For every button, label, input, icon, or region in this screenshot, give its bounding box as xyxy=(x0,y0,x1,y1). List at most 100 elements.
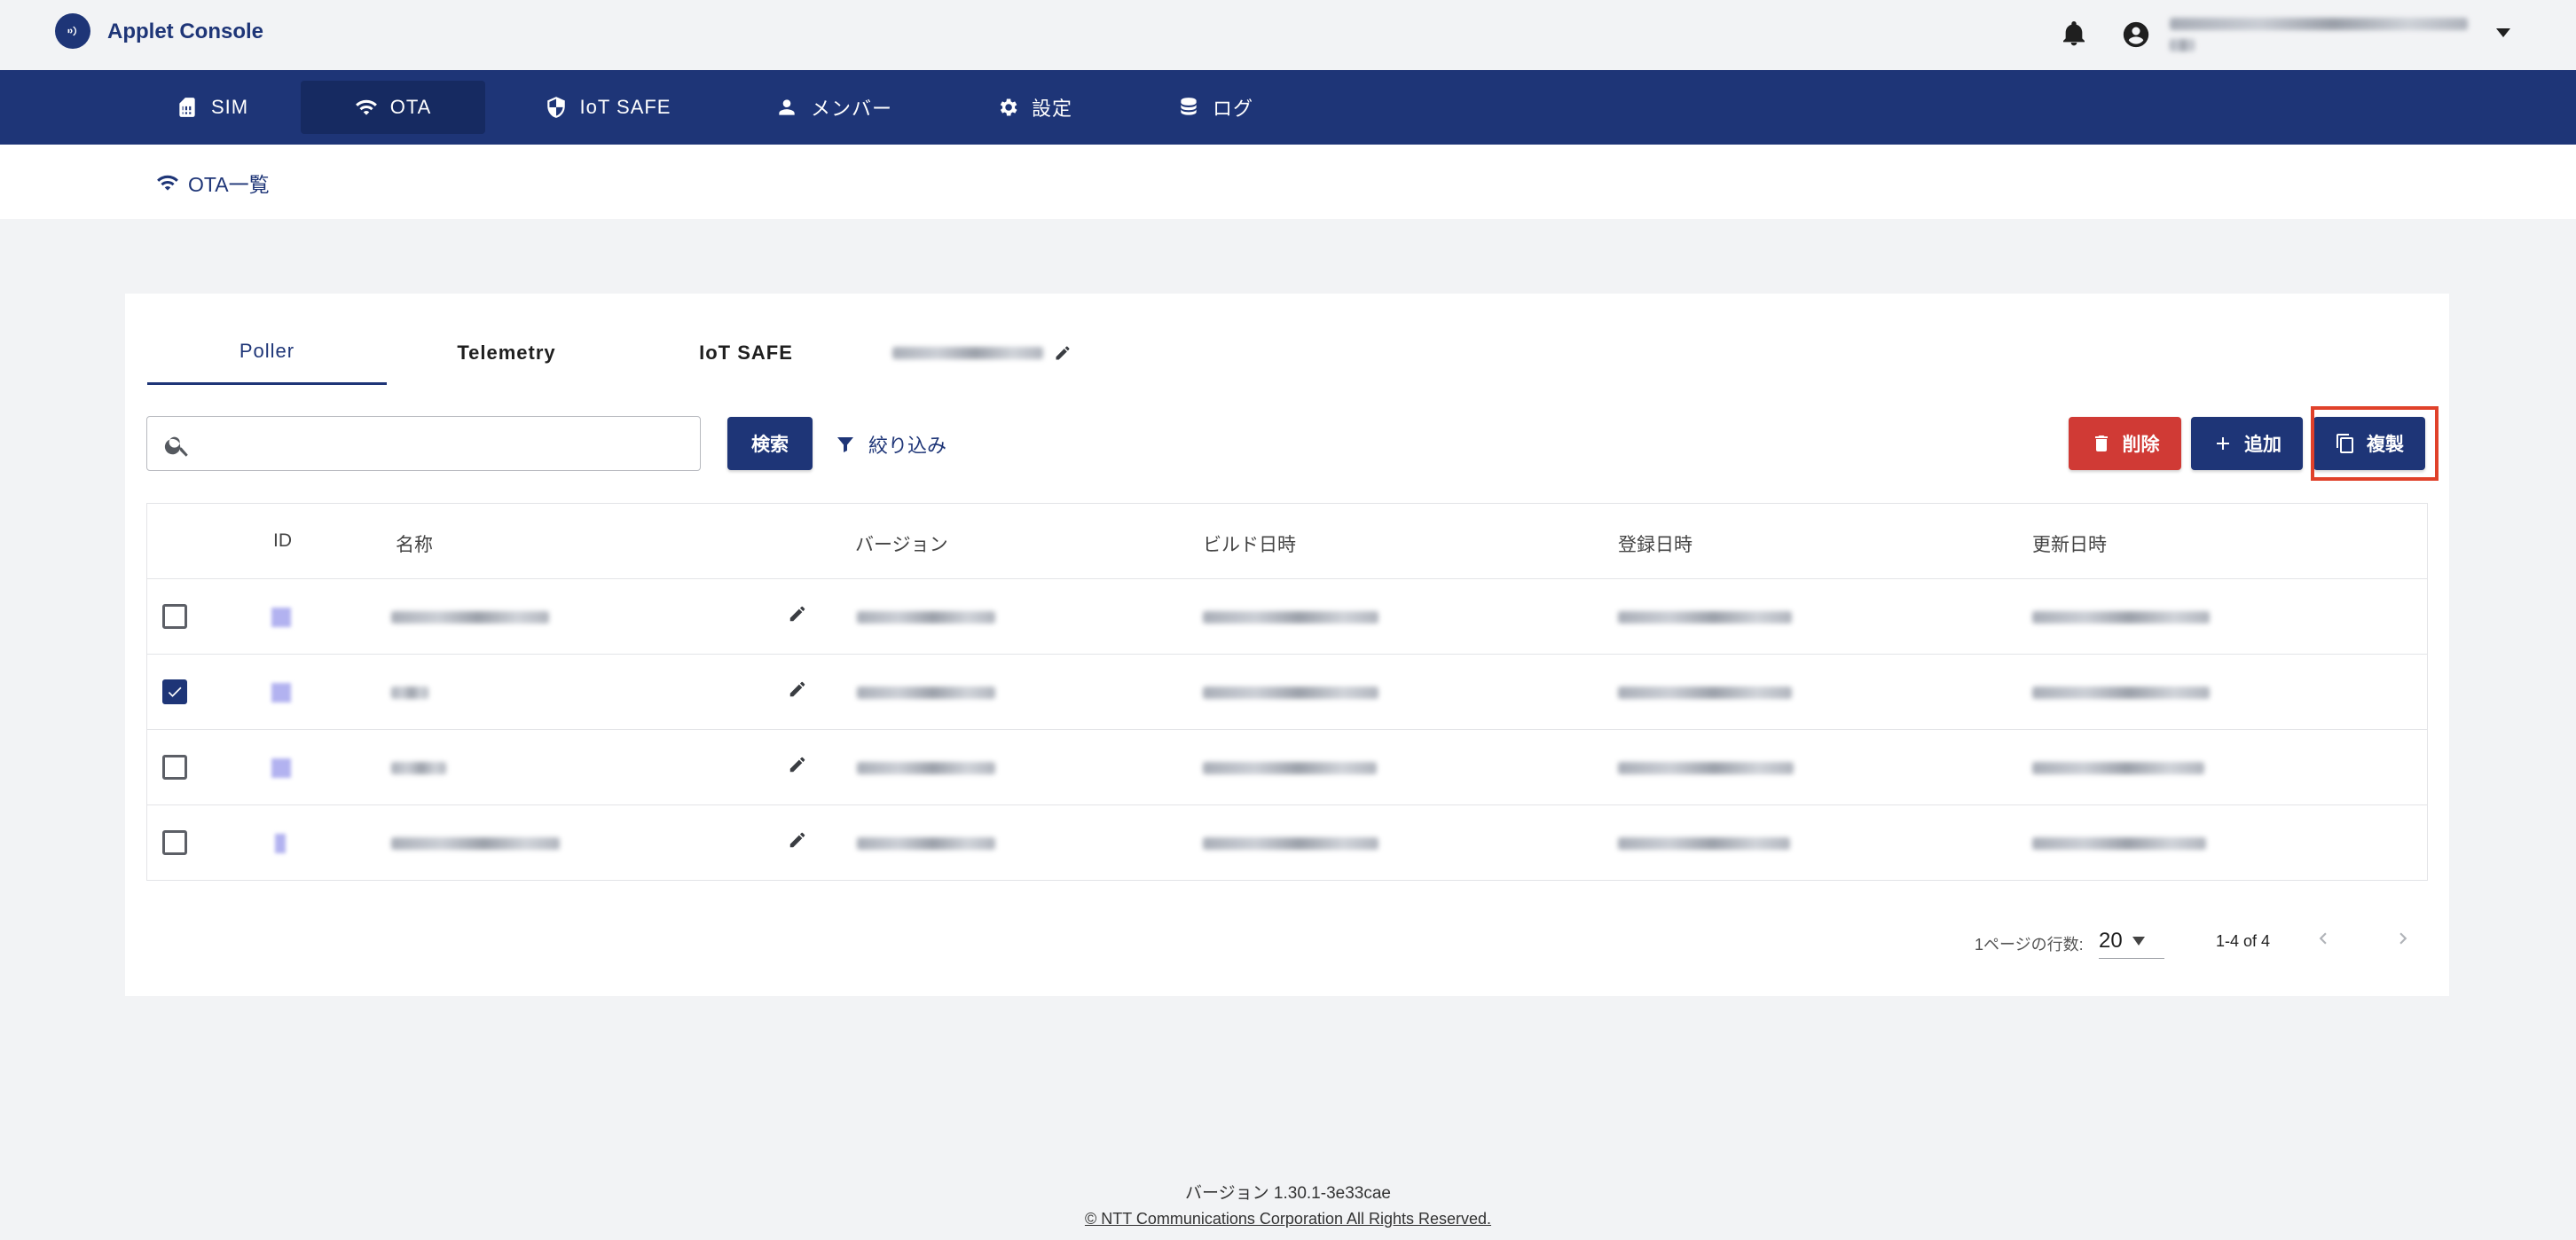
tab-custom-redacted[interactable] xyxy=(892,320,1072,385)
row-checkbox[interactable] xyxy=(162,755,187,780)
pencil-icon[interactable] xyxy=(1054,344,1072,362)
nav-item-iot-safe[interactable]: IoT SAFE xyxy=(532,81,683,134)
column-header-name: 名称 xyxy=(396,535,433,555)
edit-name-pencil-icon[interactable] xyxy=(788,679,813,704)
row-version-redacted xyxy=(857,687,995,699)
ota-table: ID 名称 バージョン ビルド日時 登録日時 更新日時 xyxy=(146,503,2428,881)
nav-item-label: メンバー xyxy=(810,98,892,120)
search-icon xyxy=(164,436,188,457)
account-circle-icon[interactable] xyxy=(2121,20,2151,50)
row-updated-date-redacted xyxy=(2032,611,2210,624)
row-name-redacted xyxy=(391,837,560,850)
nav-item-label: SIM xyxy=(210,96,249,118)
main-nav: SIM OTA IoT SAFE メンバー 設定 ログ xyxy=(0,70,2576,145)
app-logo-icon xyxy=(55,13,90,49)
nav-item-ota[interactable]: OTA xyxy=(301,81,485,134)
shield-icon xyxy=(546,97,565,118)
rows-per-page-label: 1ページの行数: xyxy=(1975,936,2084,954)
copy-icon xyxy=(2336,434,2353,453)
copyright-link[interactable]: © NTT Communications Corporation All Rig… xyxy=(0,1210,2576,1228)
breadcrumb[interactable]: OTA一覧 xyxy=(156,168,270,198)
search-input[interactable] xyxy=(202,426,690,461)
breadcrumb-band: OTA一覧 xyxy=(0,145,2576,219)
row-name-redacted xyxy=(391,762,446,774)
check-icon xyxy=(168,687,182,697)
row-checkbox[interactable] xyxy=(162,604,187,629)
tab-poller[interactable]: Poller xyxy=(147,320,387,385)
pagination: 1ページの行数: 20 1-4 of 4 xyxy=(1975,914,2436,968)
nav-item-members[interactable]: メンバー xyxy=(770,81,898,134)
copy-button[interactable]: 複製 xyxy=(2313,417,2425,470)
nav-item-settings[interactable]: 設定 xyxy=(988,81,1080,134)
search-field[interactable] xyxy=(146,416,701,471)
nav-item-logs[interactable]: ログ xyxy=(1171,81,1260,134)
row-version-redacted xyxy=(857,837,995,850)
table-row[interactable] xyxy=(147,655,2427,730)
edit-name-pencil-icon[interactable] xyxy=(788,830,813,855)
row-checkbox[interactable] xyxy=(162,830,187,855)
row-checkbox[interactable] xyxy=(162,679,187,704)
row-id-redacted xyxy=(271,758,291,778)
delete-button[interactable]: 削除 xyxy=(2069,417,2181,470)
tab-telemetry[interactable]: Telemetry xyxy=(387,320,626,385)
row-build-date-redacted xyxy=(1203,837,1378,850)
row-updated-date-redacted xyxy=(2032,762,2204,774)
user-email-redacted[interactable] xyxy=(2170,12,2471,57)
row-build-date-redacted xyxy=(1203,687,1378,699)
copy-label: 複製 xyxy=(2367,435,2404,455)
row-name-redacted xyxy=(391,687,428,699)
tab-bar: Poller Telemetry IoT SAFE xyxy=(147,320,1158,385)
add-label: 追加 xyxy=(2244,435,2281,455)
plus-icon xyxy=(2217,437,2229,450)
top-bar: Applet Console xyxy=(0,0,2576,70)
rows-per-page-select[interactable]: 20 xyxy=(2099,923,2164,959)
table-row[interactable] xyxy=(147,579,2427,655)
nav-item-label: IoT SAFE xyxy=(579,96,671,118)
rows-per-page-value: 20 xyxy=(2099,928,2123,953)
notification-bell-icon[interactable] xyxy=(2060,20,2088,50)
row-build-date-redacted xyxy=(1203,611,1378,624)
row-build-date-redacted xyxy=(1203,762,1377,774)
ota-list-card: Poller Telemetry IoT SAFE 検索 絞り込み 削除 追加 … xyxy=(125,294,2449,996)
row-id-redacted xyxy=(271,608,291,627)
nav-item-label: 設定 xyxy=(1031,98,1072,120)
row-id-redacted xyxy=(275,834,286,853)
row-registered-date-redacted xyxy=(1618,611,1792,624)
edit-name-pencil-icon[interactable] xyxy=(788,604,813,629)
table-row[interactable] xyxy=(147,805,2427,881)
pagination-range: 1-4 of 4 xyxy=(2216,932,2271,950)
column-header-version: バージョン xyxy=(855,535,948,555)
wifi-icon xyxy=(157,175,178,191)
nav-item-sim[interactable]: SIM xyxy=(165,81,259,134)
database-icon xyxy=(1181,98,1197,115)
gear-icon xyxy=(1000,98,1017,116)
column-header-registered-date: 登録日時 xyxy=(1618,535,1692,555)
next-page-button[interactable] xyxy=(2391,927,2418,954)
breadcrumb-label: OTA一覧 xyxy=(188,173,270,196)
filter-label: 絞り込み xyxy=(868,435,947,457)
app-title: Applet Console xyxy=(107,20,264,43)
nav-item-label: ログ xyxy=(1212,98,1253,120)
add-button[interactable]: 追加 xyxy=(2191,417,2303,470)
app-version: バージョン 1.30.1-3e33cae xyxy=(1185,1184,1391,1203)
filter-button[interactable]: 絞り込み xyxy=(835,427,946,462)
filter-icon xyxy=(837,437,853,452)
tab-iot-safe[interactable]: IoT SAFE xyxy=(626,320,866,385)
chevron-left-icon xyxy=(2319,932,2327,945)
row-registered-date-redacted xyxy=(1618,837,1790,850)
row-name-redacted xyxy=(391,611,549,624)
row-registered-date-redacted xyxy=(1618,687,1792,699)
previous-page-button[interactable] xyxy=(2312,927,2338,954)
table-header: ID 名称 バージョン ビルド日時 登録日時 更新日時 xyxy=(147,504,2427,579)
chevron-down-icon[interactable] xyxy=(2494,27,2512,41)
trash-icon xyxy=(2094,436,2108,451)
table-row[interactable] xyxy=(147,730,2427,805)
edit-name-pencil-icon[interactable] xyxy=(788,755,813,780)
nav-item-label: OTA xyxy=(389,96,432,118)
row-updated-date-redacted xyxy=(2032,837,2206,850)
column-header-build-date: ビルド日時 xyxy=(1203,535,1296,555)
search-button[interactable]: 検索 xyxy=(727,417,813,470)
chevron-right-icon xyxy=(2399,932,2407,945)
column-header-id: ID xyxy=(273,530,292,551)
row-version-redacted xyxy=(857,611,995,624)
